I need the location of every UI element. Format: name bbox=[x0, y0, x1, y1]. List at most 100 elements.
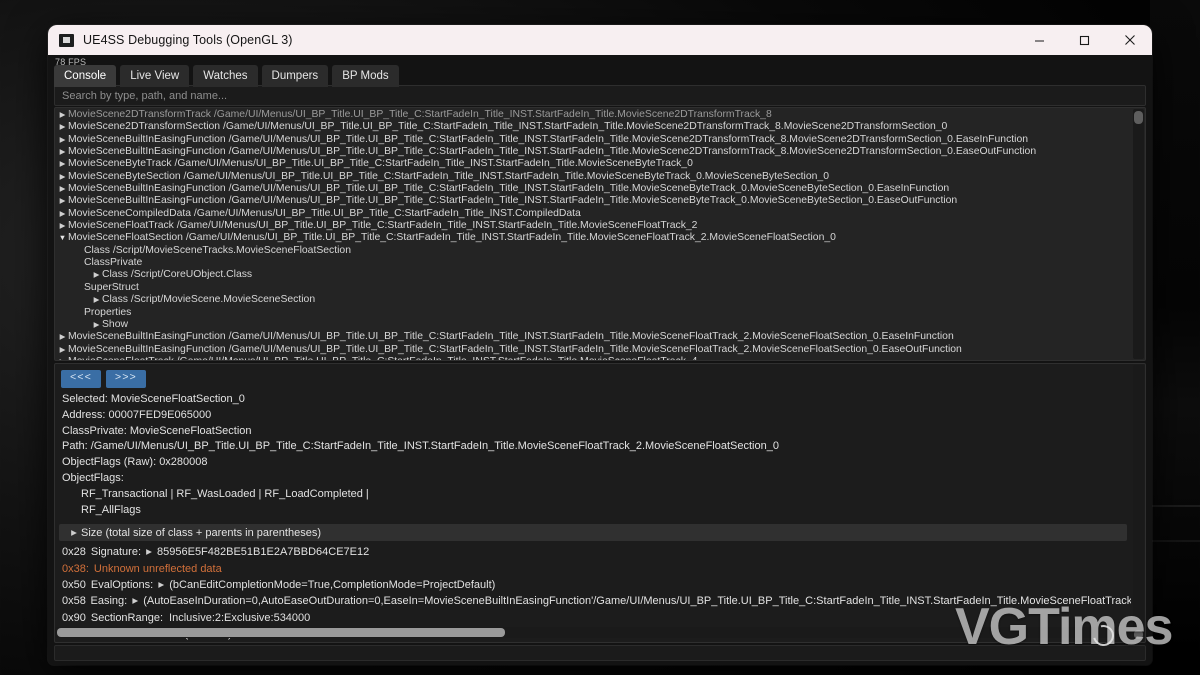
tree-row[interactable]: ▶ MovieScene2DTransformSection /Game/UI/M… bbox=[55, 121, 1132, 133]
property-row[interactable]: 0xA4PostRollFrames:▶(Value=0) bbox=[55, 642, 1131, 643]
nav-forward-button[interactable]: >>> bbox=[105, 370, 146, 388]
chevron-right-icon[interactable]: ▶ bbox=[127, 595, 143, 607]
chevron-right-icon[interactable]: ▶ bbox=[57, 109, 68, 121]
tree-row[interactable]: ▶ MovieSceneBuiltInEasingFunction /Game/U… bbox=[55, 146, 1132, 158]
tree-row-label: MovieSceneFloatTrack /Game/UI/Menus/UI_B… bbox=[68, 220, 698, 232]
tree-row[interactable]: ▶ Class /Script/CoreUObject.Class bbox=[55, 269, 1132, 281]
window-title: UE4SS Debugging Tools (OpenGL 3) bbox=[83, 33, 293, 47]
tab-console[interactable]: Console bbox=[54, 65, 117, 88]
tree-row-label: SuperStruct bbox=[84, 281, 139, 293]
chevron-right-icon[interactable]: ▶ bbox=[57, 146, 68, 158]
nav-buttons: <<< >>> bbox=[61, 370, 146, 388]
desktop-background-right bbox=[1150, 0, 1200, 675]
chevron-right-icon[interactable]: ▶ bbox=[57, 134, 68, 146]
size-row[interactable]: ▶ Size (total size of class + parents in… bbox=[59, 524, 1127, 542]
chevron-right-icon[interactable]: ▶ bbox=[57, 356, 68, 360]
size-row-label: Size (total size of class + parents in p… bbox=[81, 526, 321, 539]
chevron-right-icon[interactable]: ▶ bbox=[57, 195, 68, 207]
screen: UE4SS Debugging Tools (OpenGL 3) 78 FPS … bbox=[0, 0, 1200, 675]
tree-row[interactable]: ▶ MovieSceneBuiltInEasingFunction /Game/U… bbox=[55, 331, 1132, 343]
bottom-strip bbox=[54, 645, 1146, 661]
detail-line: RF_Transactional | RF_WasLoaded | RF_Loa… bbox=[81, 487, 369, 500]
tab-watches[interactable]: Watches bbox=[193, 65, 258, 88]
tree-row[interactable]: ▶ Class /Script/MovieScene.MovieSceneSect… bbox=[55, 294, 1132, 306]
tree-row[interactable]: ▶ MovieSceneBuiltInEasingFunction /Game/U… bbox=[55, 195, 1132, 207]
property-row[interactable]: 0x50 EvalOptions: ▶ (bCanEditCompletionMode… bbox=[55, 577, 1131, 593]
tab-live-view[interactable]: Live View bbox=[120, 65, 190, 88]
tree-row[interactable]: ▶ MovieSceneBuiltInEasingFunction /Game/U… bbox=[55, 344, 1132, 356]
tab-bp-mods[interactable]: BP Mods bbox=[332, 65, 399, 88]
tree-row-label: MovieSceneByteSection /Game/UI/Menus/UI_… bbox=[68, 170, 829, 182]
chevron-right-icon[interactable]: ▶ bbox=[91, 319, 102, 331]
property-offset: 0x58 bbox=[62, 595, 86, 608]
chevron-right-icon[interactable]: ▶ bbox=[141, 546, 157, 558]
property-row[interactable]: 0x90 SectionRange: Inclusive:2:Exclusive:5… bbox=[55, 610, 1131, 626]
chevron-right-icon[interactable]: ▶ bbox=[57, 208, 68, 220]
search-input[interactable]: Search by type, path, and name... bbox=[54, 85, 1146, 106]
maximize-icon[interactable] bbox=[1062, 25, 1107, 55]
nav-back-button[interactable]: <<< bbox=[61, 370, 101, 388]
tree-row[interactable]: Properties bbox=[55, 307, 1132, 319]
object-tree-panel[interactable]: ▶ MovieScene2DTransformTrack /Game/UI/Men… bbox=[54, 107, 1146, 361]
tab-dumpers[interactable]: Dumpers bbox=[261, 65, 329, 88]
property-value: Inclusive:2:Exclusive:534000 bbox=[169, 611, 311, 624]
property-row[interactable]: 0x58 Easing: ▶ (AutoEaseInDuration=0,AutoEa… bbox=[55, 593, 1131, 609]
tree-scrollbar-thumb[interactable] bbox=[1134, 111, 1143, 124]
tree-row[interactable]: ▶ MovieScene2DTransformTrack /Game/UI/Men… bbox=[55, 109, 1132, 121]
chevron-right-icon[interactable]: ▶ bbox=[67, 527, 81, 539]
detail-line: Path: /Game/UI/Menus/UI_BP_Title.UI_BP_T… bbox=[62, 440, 779, 453]
tree-row[interactable]: ▶ MovieSceneByteSection /Game/UI/Menus/UI… bbox=[55, 171, 1132, 183]
details-horizontal-scrollbar[interactable] bbox=[55, 627, 1131, 638]
tree-row-label: MovieSceneByteTrack /Game/UI/Menus/UI_BP… bbox=[68, 158, 693, 170]
property-offset: 0x90 bbox=[62, 611, 86, 624]
tree-row-label: Properties bbox=[84, 306, 132, 318]
app-window: UE4SS Debugging Tools (OpenGL 3) 78 FPS … bbox=[48, 25, 1152, 665]
tree-row[interactable]: ▶ MovieSceneBuiltInEasingFunction /Game/U… bbox=[55, 134, 1132, 146]
property-row[interactable]: 0x38: Unknown unreflected data bbox=[55, 561, 1131, 577]
details-info-lines: Selected: MovieSceneFloatSection_0 Addres… bbox=[55, 392, 1131, 518]
details-hscrollbar-thumb[interactable] bbox=[57, 628, 505, 637]
window-controls bbox=[1017, 25, 1152, 55]
property-offset: 0xA4 bbox=[62, 642, 87, 643]
chevron-right-icon[interactable]: ▶ bbox=[57, 171, 68, 183]
tree-row-label: Class /Script/MovieScene.MovieSceneSecti… bbox=[102, 294, 316, 306]
tree-vertical-scrollbar[interactable] bbox=[1133, 109, 1144, 359]
close-icon[interactable] bbox=[1107, 25, 1152, 55]
chevron-right-icon[interactable]: ▶ bbox=[57, 220, 68, 232]
tree-row[interactable]: ▶MovieSceneFloatTrack /Game/UI/Menus/UI_… bbox=[55, 220, 1132, 232]
chevron-down-icon[interactable]: ▼ bbox=[57, 232, 68, 244]
tree-row[interactable]: ▼ MovieSceneFloatSection /Game/UI/Menus/U… bbox=[55, 232, 1132, 244]
details-vertical-scrollbar[interactable] bbox=[1133, 365, 1144, 641]
tree-row[interactable]: ▶ MovieSceneBuiltInEasingFunction /Game/U… bbox=[55, 183, 1132, 195]
chevron-right-icon[interactable]: ▶ bbox=[57, 344, 68, 356]
property-offset: 0x50 bbox=[62, 578, 86, 591]
chevron-right-icon[interactable]: ▶ bbox=[57, 183, 68, 195]
tree-row-label: Show bbox=[102, 318, 128, 330]
property-row[interactable]: 0x28 Signature: ▶ 85956E5F482BE51B1E2A7BBD6… bbox=[55, 544, 1131, 560]
tree-row[interactable]: Class /Script/MovieSceneTracks.MovieScen… bbox=[55, 245, 1132, 257]
property-name: PostRollFrames: bbox=[92, 642, 173, 643]
chevron-right-icon[interactable]: ▶ bbox=[91, 294, 102, 306]
tree-row-label: MovieSceneFloatTrack /Game/UI/Menus/UI_B… bbox=[68, 356, 697, 360]
tree-row[interactable]: ▶ MovieSceneCompiledData /Game/UI/Menus/U… bbox=[55, 208, 1132, 220]
chevron-right-icon[interactable]: ▶ bbox=[153, 579, 169, 591]
tree-row[interactable]: ▶ Show bbox=[55, 319, 1132, 331]
details-vscrollbar-thumb[interactable] bbox=[1134, 630, 1143, 639]
chevron-right-icon[interactable]: ▶ bbox=[91, 269, 102, 281]
tree-row-label: MovieSceneBuiltInEasingFunction /Game/UI… bbox=[68, 183, 950, 195]
title-bar: UE4SS Debugging Tools (OpenGL 3) bbox=[48, 25, 1152, 55]
tree-row[interactable]: SuperStruct bbox=[55, 282, 1132, 294]
chevron-right-icon[interactable]: ▶ bbox=[57, 158, 68, 170]
detail-line: ObjectFlags: bbox=[62, 471, 124, 484]
property-name: Easing: bbox=[90, 595, 128, 608]
tree-row[interactable]: ClassPrivate bbox=[55, 257, 1132, 269]
chevron-right-icon[interactable]: ▶ bbox=[57, 121, 68, 133]
tree-row-label: Class /Script/CoreUObject.Class bbox=[102, 269, 253, 281]
tree-row[interactable]: ▶MovieSceneFloatTrack /Game/UI/Menus/UI_… bbox=[55, 356, 1132, 360]
tree-row[interactable]: ▶ MovieSceneByteTrack /Game/UI/Menus/UI_B… bbox=[55, 158, 1132, 170]
app-body: 78 FPS Console Live View Watches Dumpers BP … bbox=[48, 55, 1152, 665]
desktop-edge-line-2 bbox=[1152, 540, 1200, 542]
property-offset: 0x28 bbox=[62, 546, 86, 559]
minimize-icon[interactable] bbox=[1017, 25, 1062, 55]
chevron-right-icon[interactable]: ▶ bbox=[57, 331, 68, 343]
